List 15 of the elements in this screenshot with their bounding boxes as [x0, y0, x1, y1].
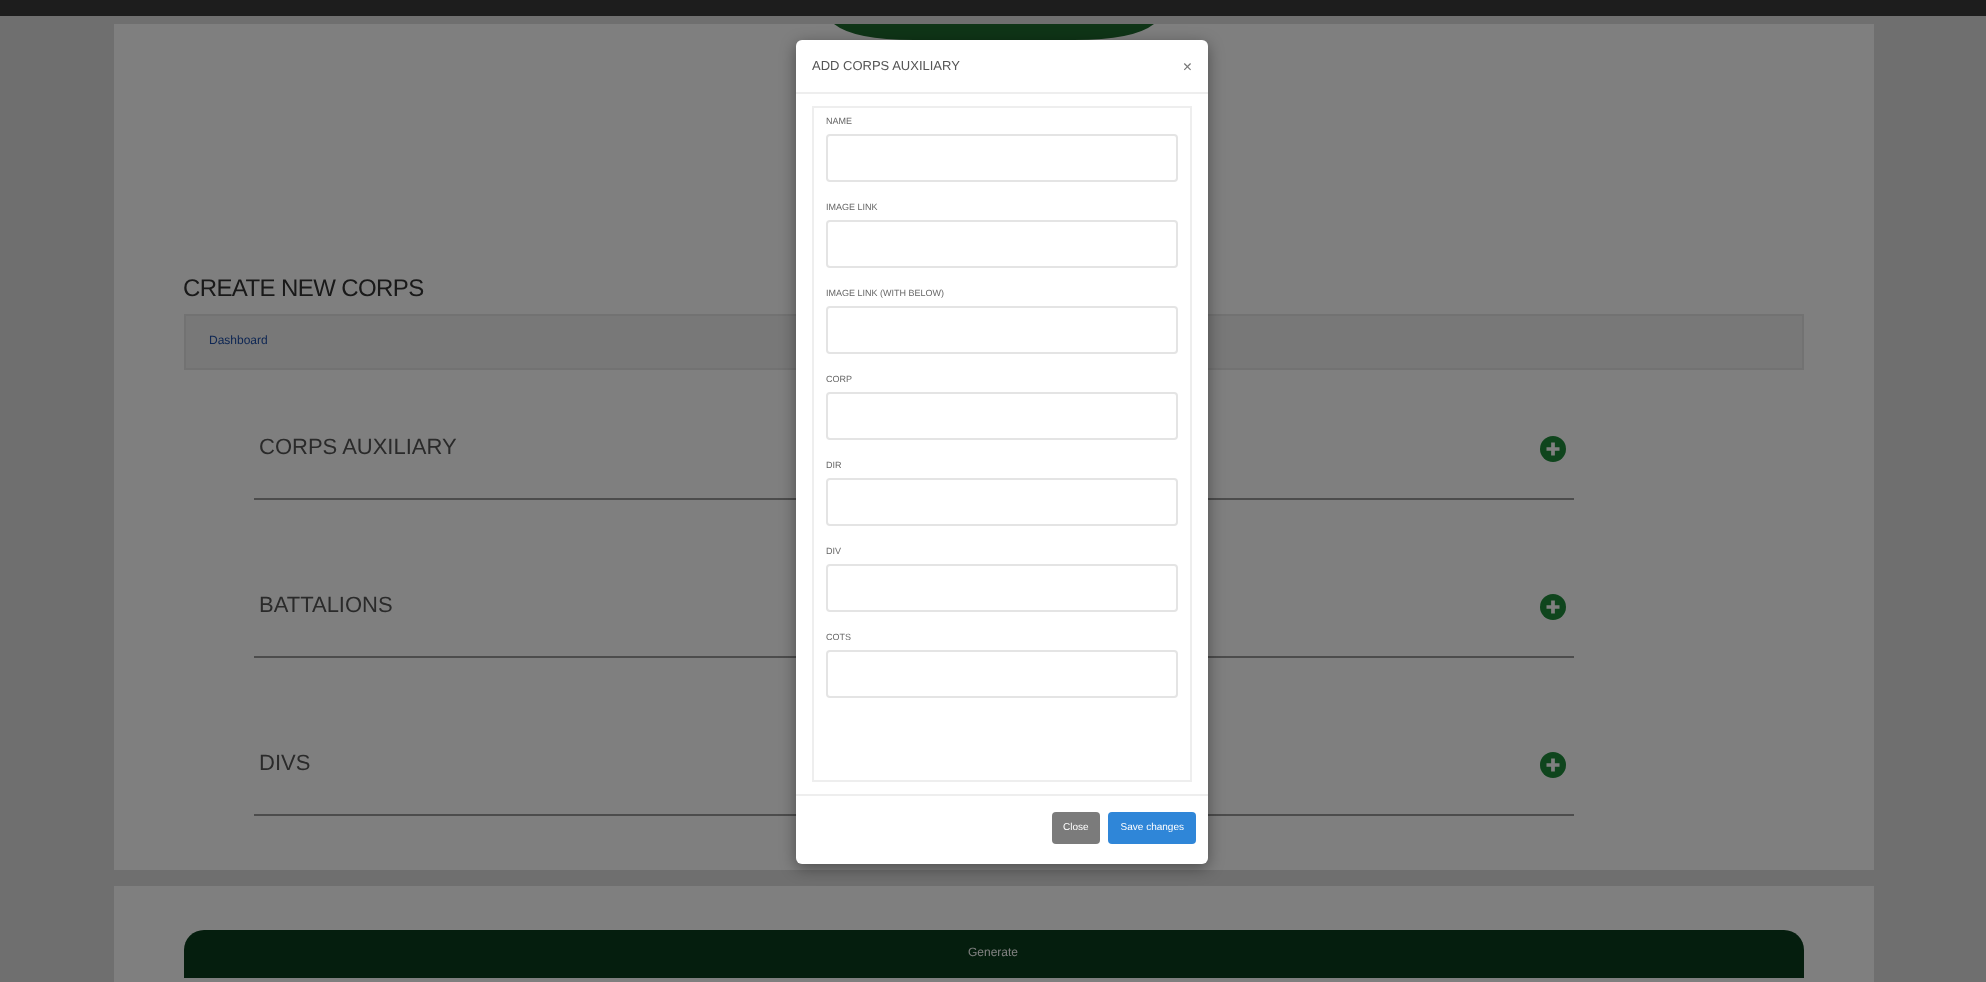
page-title: CREATE NEW CORPS: [183, 274, 424, 302]
input-field[interactable]: [826, 220, 1178, 268]
add-icon[interactable]: [1539, 751, 1565, 777]
section-title: CORPS AUXILIARY: [257, 436, 457, 460]
input-field[interactable]: [826, 478, 1178, 526]
add-icon[interactable]: [1539, 435, 1565, 461]
input-field[interactable]: [826, 650, 1178, 698]
input-field[interactable]: [826, 564, 1178, 612]
section-title: DIVS: [257, 752, 311, 776]
input-field[interactable]: [826, 306, 1178, 354]
close-button[interactable]: ×: [1182, 57, 1192, 75]
input-field[interactable]: [826, 134, 1178, 182]
section-title: BATTALIONS: [257, 594, 393, 618]
input-field[interactable]: [826, 392, 1178, 440]
add-icon[interactable]: [1539, 593, 1565, 619]
